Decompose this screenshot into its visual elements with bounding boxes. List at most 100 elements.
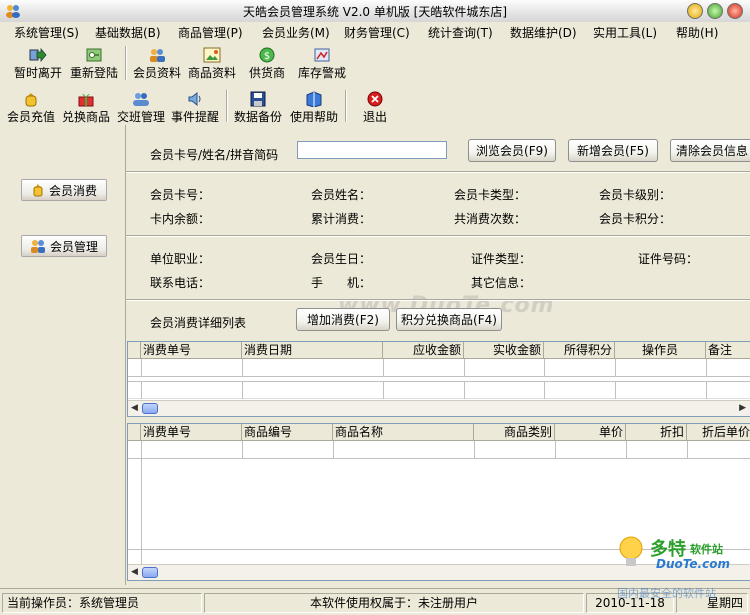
- consume-grid[interactable]: 消费单号 消费日期 应收金额 实收金额 所得积分 操作员 备注 ◀ ▶: [127, 341, 750, 417]
- total-consume-label: 累计消费：: [311, 212, 372, 226]
- sidebar-member-consume-button[interactable]: 会员消费: [21, 179, 107, 201]
- logo-site: DuoTe.com: [656, 557, 730, 571]
- title-bar: 天皓会员管理系统 V2.0 单机版 [天皓软件城东店]: [0, 0, 750, 23]
- status-operator: 当前操作员：系统管理员: [2, 593, 202, 613]
- members-icon: [150, 49, 165, 62]
- logo-slogan: 国内最安全的软件站: [617, 587, 716, 600]
- toolbar-primary: 暂时离开 重新登陆 会员资料 商品资料 $ 供货商 库存警戒: [0, 42, 750, 83]
- add-member-button[interactable]: 新增会员(F5): [568, 139, 658, 162]
- column-header[interactable]: 商品名称: [333, 424, 474, 440]
- scroll-thumb[interactable]: [142, 403, 158, 414]
- stock-warning-icon: [314, 48, 330, 62]
- points-exchange-button[interactable]: 积分兑换商品(F4): [396, 308, 502, 331]
- consume-count-label: 共消费次数：: [454, 212, 527, 226]
- toolbar-stock-alert-button[interactable]: 库存警戒: [296, 47, 348, 81]
- status-license: 本软件使用权属于：未注册用户: [204, 593, 584, 613]
- exit-icon: [367, 91, 383, 107]
- search-label: 会员卡号/姓名/拼音简码: [150, 148, 279, 162]
- maximize-button[interactable]: [707, 3, 723, 19]
- member-search-input[interactable]: [297, 141, 447, 159]
- window-title: 天皓会员管理系统 V2.0 单机版 [天皓软件城东店]: [242, 5, 508, 19]
- gift-icon: [78, 93, 94, 107]
- column-header[interactable]: 单价: [555, 424, 626, 440]
- toolbar-separator: [125, 46, 127, 80]
- toolbar-shift-button[interactable]: 交班管理: [115, 91, 167, 125]
- member-name-label: 会员姓名：: [311, 188, 372, 202]
- menu-help[interactable]: 帮助(H): [676, 24, 718, 41]
- scroll-left-icon[interactable]: ◀: [131, 567, 138, 577]
- money-icon: $: [259, 47, 275, 63]
- column-header[interactable]: 消费单号: [141, 424, 242, 440]
- site-logo: 多特 软件站 DuoTe.com: [616, 533, 748, 583]
- card-balance-label: 卡内余额：: [150, 212, 211, 226]
- toolbar-separator: [345, 90, 347, 122]
- toolbar-exchange-button[interactable]: 兑换商品: [60, 91, 112, 125]
- speaker-icon: [188, 91, 201, 107]
- column-header[interactable]: 操作员: [615, 342, 706, 358]
- occupation-label: 单位职业：: [150, 252, 211, 266]
- goods-grid-header: 消费单号 商品编号 商品名称 商品类别 单价 折扣 折后单价: [128, 424, 750, 441]
- toolbar-backup-button[interactable]: 数据备份: [232, 91, 284, 125]
- picture-icon: [203, 47, 221, 63]
- grid-lines: [128, 359, 750, 399]
- sidebar-member-manage-button[interactable]: 会员管理: [21, 235, 107, 257]
- scroll-left-icon[interactable]: ◀: [131, 403, 138, 413]
- help-book-icon: [306, 91, 322, 107]
- divider: [126, 171, 750, 173]
- clear-member-button[interactable]: 清除会员信息: [670, 139, 750, 162]
- arrow-right-icon: [29, 47, 47, 63]
- scroll-right-icon[interactable]: ▶: [739, 403, 746, 413]
- card-points-label: 会员卡积分：: [599, 212, 672, 226]
- menu-bar: 系统管理(S) 基础数据(B) 商品管理(P) 会员业务(M) 财务管理(C) …: [0, 22, 750, 41]
- column-header[interactable]: 备注: [706, 342, 750, 358]
- scroll-thumb[interactable]: [142, 567, 158, 578]
- toolbar-help-button[interactable]: 使用帮助: [288, 91, 340, 125]
- divider: [126, 299, 750, 301]
- column-header[interactable]: 商品编号: [242, 424, 333, 440]
- column-header[interactable]: 应收金额: [383, 342, 464, 358]
- toolbar-member-info-button[interactable]: 会员资料: [131, 47, 183, 81]
- other-info-label: 其它信息：: [471, 276, 532, 290]
- column-header[interactable]: 商品类别: [474, 424, 555, 440]
- horizontal-scrollbar[interactable]: ◀ ▶: [128, 400, 750, 416]
- browse-member-button[interactable]: 浏览会员(F9): [468, 139, 556, 162]
- menu-base-data[interactable]: 基础数据(B): [95, 24, 161, 41]
- divider: [126, 235, 750, 237]
- close-button[interactable]: [727, 3, 743, 19]
- toolbar-goods-info-button[interactable]: 商品资料: [186, 47, 238, 81]
- column-header[interactable]: 消费单号: [141, 342, 242, 358]
- birthday-label: 会员生日：: [311, 252, 372, 266]
- menu-data-maintenance[interactable]: 数据维护(D): [510, 24, 577, 41]
- members-icon: [30, 240, 45, 253]
- card-type-label: 会员卡类型：: [454, 188, 527, 202]
- toolbar-reminder-button[interactable]: 事件提醒: [169, 91, 221, 125]
- card-level-label: 会员卡级别：: [599, 188, 672, 202]
- key-icon: [86, 48, 102, 62]
- toolbar-supplier-button[interactable]: $ 供货商: [243, 47, 291, 81]
- column-header[interactable]: 消费日期: [242, 342, 383, 358]
- svg-text:$: $: [264, 51, 270, 62]
- detail-list-label: 会员消费详细列表: [150, 316, 247, 330]
- toolbar-exit-button[interactable]: 退出: [355, 91, 395, 125]
- minimize-button[interactable]: [687, 3, 703, 19]
- logo-brand-suffix: 软件站: [690, 543, 723, 556]
- menu-statistics[interactable]: 统计查询(T): [428, 24, 493, 41]
- menu-goods[interactable]: 商品管理(P): [178, 24, 243, 41]
- menu-tools[interactable]: 实用工具(L): [593, 24, 657, 41]
- id-number-label: 证件号码：: [638, 252, 699, 266]
- sidebar: 会员消费 会员管理: [0, 125, 125, 585]
- menu-member-business[interactable]: 会员业务(M): [262, 24, 330, 41]
- column-header[interactable]: 所得积分: [544, 342, 615, 358]
- toolbar-leave-button[interactable]: 暂时离开: [12, 47, 64, 81]
- menu-system[interactable]: 系统管理(S): [14, 24, 79, 41]
- add-consume-button[interactable]: 增加消费(F2): [296, 308, 390, 331]
- column-header[interactable]: 折后单价: [687, 424, 750, 440]
- consume-grid-header: 消费单号 消费日期 应收金额 实收金额 所得积分 操作员 备注: [128, 342, 750, 359]
- toolbar-relogin-button[interactable]: 重新登陆: [68, 47, 120, 81]
- toolbar-recharge-button[interactable]: 会员充值: [5, 91, 57, 125]
- phone-label: 联系电话：: [150, 276, 211, 290]
- column-header[interactable]: 实收金额: [464, 342, 544, 358]
- menu-finance[interactable]: 财务管理(C): [344, 24, 410, 41]
- column-header[interactable]: 折扣: [626, 424, 687, 440]
- users-icon: [133, 93, 149, 106]
